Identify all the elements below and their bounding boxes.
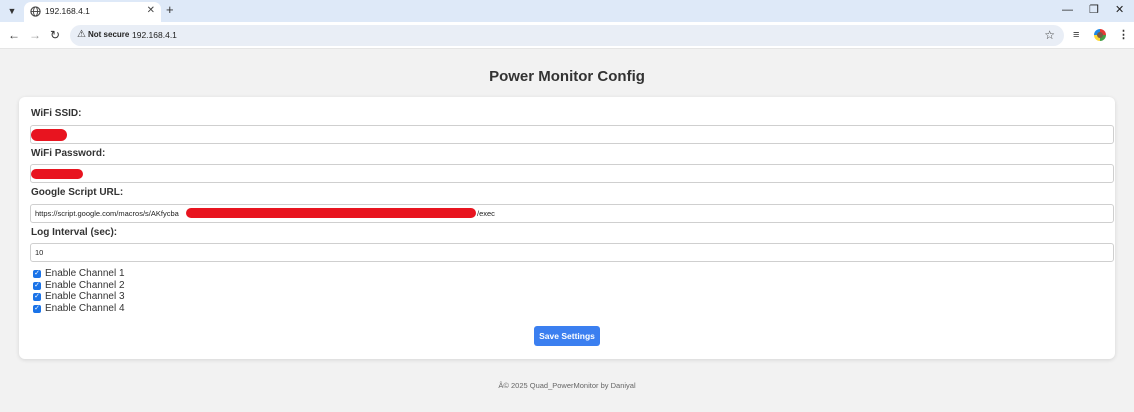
url-text[interactable]: 192.168.4.1 [132,30,177,40]
avatar[interactable] [1094,29,1106,41]
warning-icon: ⚠ [77,29,86,40]
redaction-mark [31,129,67,141]
channel-4-checkbox[interactable]: ✓ [33,304,41,313]
channel-3-label: Enable Channel 3 [45,291,125,302]
tab-search-icon[interactable]: ▼ [4,3,20,19]
script-url-label: Google Script URL: [31,187,124,198]
page-title: Power Monitor Config [489,68,645,85]
minimize-button[interactable]: — [1062,4,1073,16]
footer-text: Â© 2025 Quad_PowerMonitor by Daniyal [498,381,636,390]
channel-2-row[interactable]: ✓ Enable Channel 2 [33,280,125,291]
star-icon[interactable]: ☆ [1044,28,1055,42]
ssid-input[interactable] [30,125,1114,144]
channel-3-checkbox[interactable]: ✓ [33,292,41,301]
security-chip[interactable]: Not secure [88,30,129,39]
tab-bar: ▼ 192.168.4.1 ✕ + — ❐ ✕ [0,0,1134,22]
script-url-input[interactable]: https://script.google.com/macros/s/AKfyc… [30,204,1114,223]
restore-button[interactable]: ❐ [1089,4,1099,16]
interval-input[interactable]: 10 [30,243,1114,262]
script-url-suffix: /exec [477,209,495,218]
redaction-mark [31,169,83,179]
kebab-menu-icon[interactable]: ⋮ [1118,28,1129,42]
browser-toolbar: ← → ↻ ⚠ Not secure 192.168.4.1 ☆ ≡ ⋮ [0,22,1134,49]
arrow-left-icon[interactable]: ← [8,28,20,42]
channel-1-row[interactable]: ✓ Enable Channel 1 [33,268,125,279]
media-queue-icon[interactable]: ≡ [1073,28,1079,42]
password-label: WiFi Password: [31,148,106,159]
interval-label: Log Interval (sec): [31,227,118,238]
channel-1-label: Enable Channel 1 [45,268,125,279]
arrow-right-icon[interactable]: → [29,28,41,42]
globe-icon [30,6,41,17]
channel-3-row[interactable]: ✓ Enable Channel 3 [33,291,125,302]
ssid-label: WiFi SSID: [31,108,82,119]
tab-title: 192.168.4.1 [45,6,90,16]
redaction-mark [186,208,476,218]
channel-2-checkbox[interactable]: ✓ [33,281,41,290]
reload-icon[interactable]: ↻ [50,28,60,42]
password-input[interactable] [30,164,1114,183]
tab-active[interactable]: 192.168.4.1 ✕ [24,2,161,22]
channel-2-label: Enable Channel 2 [45,280,125,291]
address-bar[interactable]: ⚠ Not secure 192.168.4.1 ☆ [70,25,1064,46]
channel-4-label: Enable Channel 4 [45,303,125,314]
script-url-prefix: https://script.google.com/macros/s/AKfyc… [35,209,179,218]
channel-1-checkbox[interactable]: ✓ [33,269,41,278]
new-tab-button[interactable]: + [166,3,174,17]
config-form: WiFi SSID: WiFi Password: Google Script … [19,97,1115,359]
channel-4-row[interactable]: ✓ Enable Channel 4 [33,303,125,314]
tab-close-icon[interactable]: ✕ [147,5,155,16]
window-close-button[interactable]: ✕ [1115,4,1124,16]
save-settings-button[interactable]: Save Settings [534,326,600,346]
